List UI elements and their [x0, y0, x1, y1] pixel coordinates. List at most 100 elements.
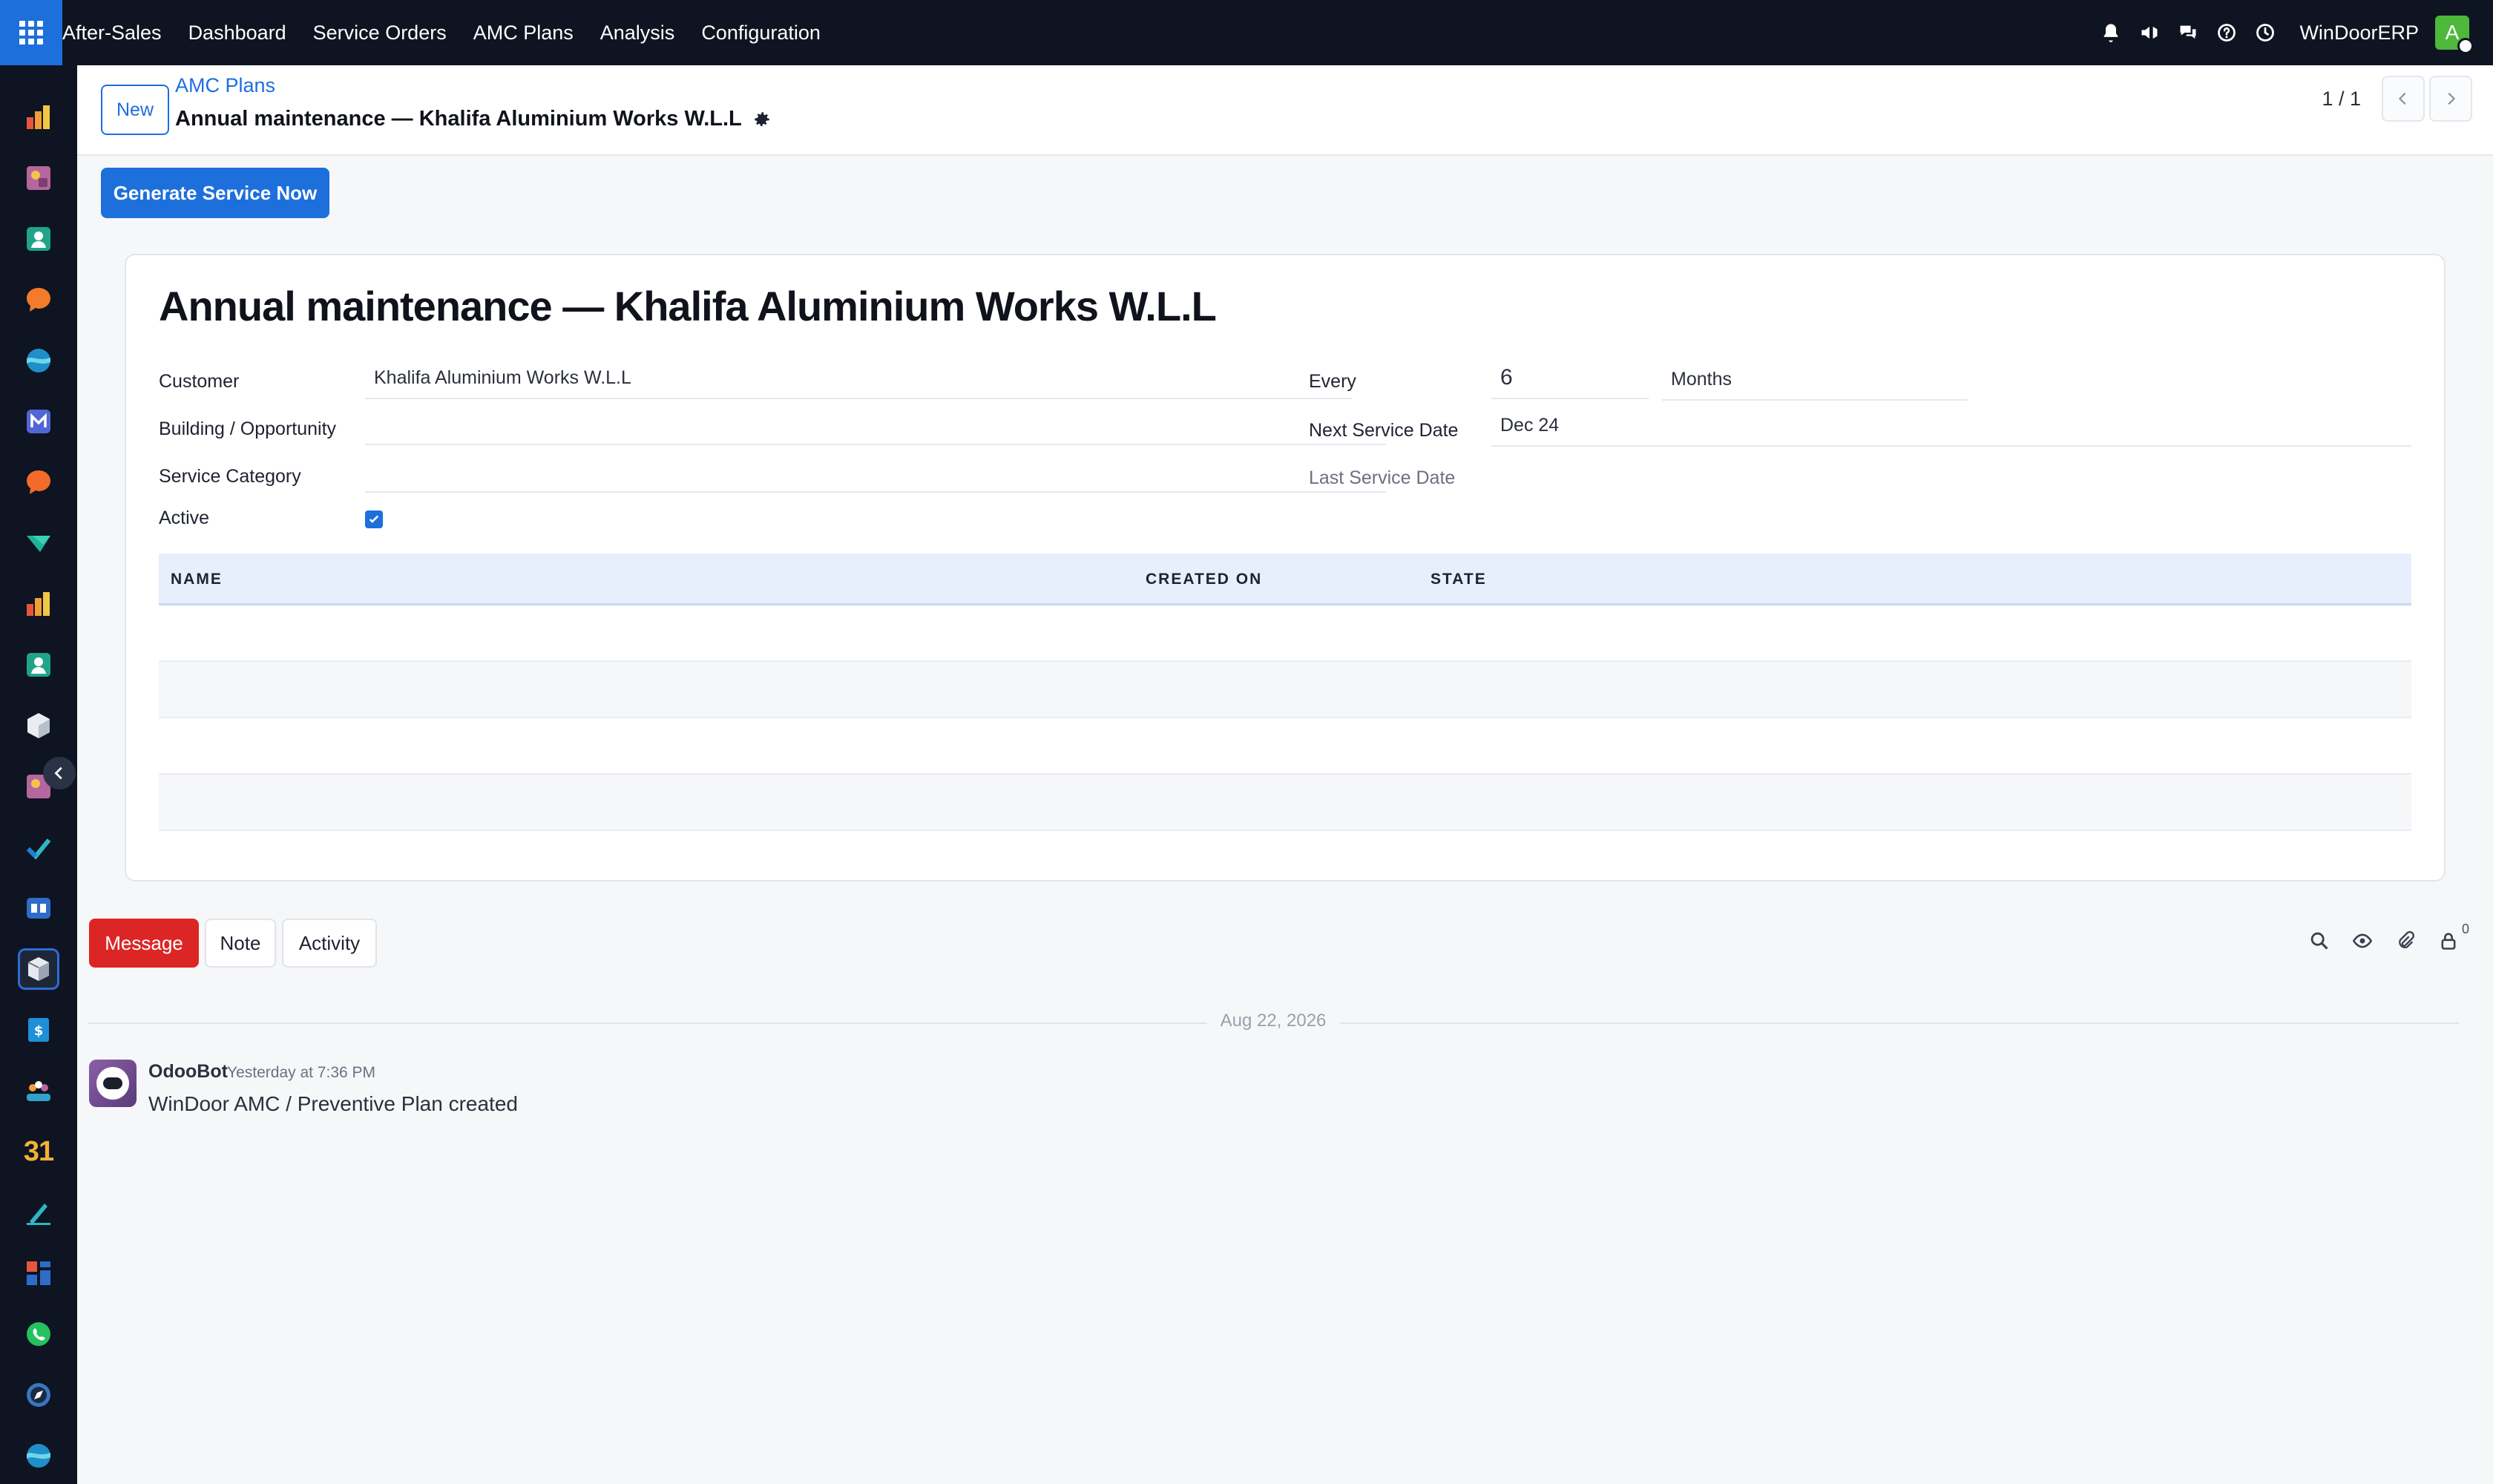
calendar-31-icon: 31: [23, 1135, 54, 1167]
menu-service-orders[interactable]: Service Orders: [300, 0, 460, 65]
sidebar-app-team[interactable]: [18, 1070, 59, 1112]
message-author[interactable]: OdooBot: [148, 1061, 228, 1083]
systray: WinDoorERP A: [2092, 0, 2493, 65]
chevron-left-icon: [54, 766, 62, 780]
sidebar-app-reporting[interactable]: [18, 583, 59, 625]
every-interval-field[interactable]: 6: [1491, 358, 1649, 399]
form-sheet: Annual maintenance — Khalifa Aluminium W…: [125, 254, 2446, 881]
invoice-dollar-icon: $: [28, 1018, 49, 1042]
svg-text:$: $: [34, 1023, 44, 1039]
apps-menu-button[interactable]: [0, 0, 62, 65]
gear-icon[interactable]: [752, 110, 772, 129]
wave-globe-icon: [27, 1444, 50, 1468]
odoobot-avatar[interactable]: [89, 1060, 137, 1107]
presence-dot: [2457, 38, 2474, 54]
attachments-button[interactable]: [2391, 926, 2420, 956]
sidebar-app-livechat[interactable]: [18, 462, 59, 503]
sidebar-app-spreadsheet[interactable]: [18, 1252, 59, 1294]
apps-grid-icon: [19, 21, 43, 45]
contact-card-icon: [27, 653, 50, 677]
sidebar-app-discuss[interactable]: [18, 279, 59, 321]
breadcrumb-amc-plans[interactable]: AMC Plans: [175, 74, 275, 97]
next-service-date-label: Next Service Date: [1309, 420, 1459, 441]
chevron-left-icon: [2398, 92, 2406, 105]
sidebar-app-calendar[interactable]: 31: [18, 1131, 59, 1172]
send-message-button[interactable]: Message: [89, 919, 199, 968]
follow-button[interactable]: [2348, 926, 2377, 956]
message-body: WinDoor AMC / Preventive Plan created: [148, 1092, 518, 1115]
sidebar-app-website[interactable]: [18, 340, 59, 381]
sidebar-app-dashboards[interactable]: [18, 96, 59, 138]
people-group-icon: [27, 1081, 50, 1101]
column-name[interactable]: NAME: [171, 554, 223, 605]
top-navbar: After-Sales Dashboard Service Orders AMC…: [0, 0, 2493, 65]
bar-chart-icon: [27, 105, 50, 129]
megaphone-icon[interactable]: [2130, 0, 2169, 65]
menu-analysis[interactable]: Analysis: [587, 0, 689, 65]
search-messages-button[interactable]: [2305, 926, 2334, 956]
chevron-right-icon: [2448, 92, 2456, 105]
bell-icon[interactable]: [2092, 0, 2130, 65]
separator-date: Aug 22, 2026: [1206, 1011, 1340, 1031]
generate-service-now-button[interactable]: Generate Service Now: [101, 168, 329, 218]
company-switcher[interactable]: WinDoorERP: [2299, 22, 2419, 45]
help-icon[interactable]: [2207, 0, 2246, 65]
active-checkbox[interactable]: [365, 510, 383, 528]
sidebar-app-employees[interactable]: [18, 644, 59, 686]
table-header: NAME CREATED ON STATE: [159, 554, 2411, 605]
package-box-icon: [27, 957, 49, 981]
every-unit-select[interactable]: Months: [1662, 359, 1968, 401]
table-row: [159, 775, 2411, 831]
pager-next-button[interactable]: [2429, 76, 2472, 122]
sidebar-app-todo[interactable]: [18, 827, 59, 868]
column-state[interactable]: STATE: [1431, 554, 1487, 605]
sidebar-app-whatsapp[interactable]: [18, 1313, 59, 1355]
building-opportunity-field[interactable]: [365, 404, 1386, 445]
customer-field[interactable]: Khalifa Aluminium Works W.L.L: [365, 358, 1352, 399]
control-panel: New AMC Plans Annual maintenance — Khali…: [77, 65, 2493, 156]
pager: 1 / 1: [2322, 76, 2472, 122]
avatar-letter: A: [2445, 21, 2460, 44]
check-icon: [369, 515, 379, 523]
table-row: [159, 662, 2411, 718]
sidebar-app-email[interactable]: [18, 401, 59, 442]
menu-configuration[interactable]: Configuration: [688, 0, 834, 65]
sidebar-app-sign[interactable]: [18, 1192, 59, 1233]
active-label: Active: [159, 508, 210, 528]
pen-sign-icon: [27, 1204, 50, 1225]
service-category-field[interactable]: [365, 451, 1386, 493]
sidebar-collapse-button[interactable]: [43, 757, 76, 789]
sidebar-app-website-2[interactable]: [18, 1435, 59, 1477]
sidebar-app-knowledge[interactable]: [18, 887, 59, 929]
next-service-date-field[interactable]: Dec 24: [1491, 405, 2411, 447]
followers-button[interactable]: 0: [2434, 922, 2469, 956]
sidebar-app-field-service[interactable]: [18, 1374, 59, 1416]
bot-face-icon: [96, 1067, 129, 1100]
activity-button[interactable]: Activity: [282, 919, 377, 968]
sidebar-app-after-sales[interactable]: [18, 948, 59, 990]
app-name-link[interactable]: After-Sales: [62, 0, 175, 65]
sidebar-app-contacts[interactable]: [18, 218, 59, 260]
checkmark-icon: [26, 838, 51, 860]
last-service-date-label: Last Service Date: [1309, 467, 1456, 488]
record-name-field[interactable]: Annual maintenance — Khalifa Aluminium W…: [159, 282, 1217, 330]
new-button[interactable]: New: [101, 85, 169, 135]
every-label: Every: [1309, 371, 1356, 392]
services-table: NAME CREATED ON STATE: [159, 554, 2411, 831]
chat-icon[interactable]: [2169, 0, 2207, 65]
menu-dashboard[interactable]: Dashboard: [175, 0, 300, 65]
sidebar-app-planning[interactable]: [18, 157, 59, 199]
pager-previous-button[interactable]: [2382, 76, 2425, 122]
sidebar-app-inventory[interactable]: [18, 705, 59, 746]
log-note-button[interactable]: Note: [205, 919, 276, 968]
column-created-on[interactable]: CREATED ON: [1146, 554, 1262, 605]
customer-label: Customer: [159, 371, 240, 392]
menu-amc-plans[interactable]: AMC Plans: [460, 0, 587, 65]
user-avatar[interactable]: A: [2435, 16, 2474, 54]
sidebar-app-documents[interactable]: [18, 522, 59, 564]
chat-bubble-icon: [27, 470, 50, 494]
clock-icon[interactable]: [2246, 0, 2285, 65]
contact-card-icon: [27, 227, 50, 251]
sidebar-app-invoicing[interactable]: $: [18, 1009, 59, 1051]
pager-value[interactable]: 1 / 1: [2322, 88, 2361, 111]
